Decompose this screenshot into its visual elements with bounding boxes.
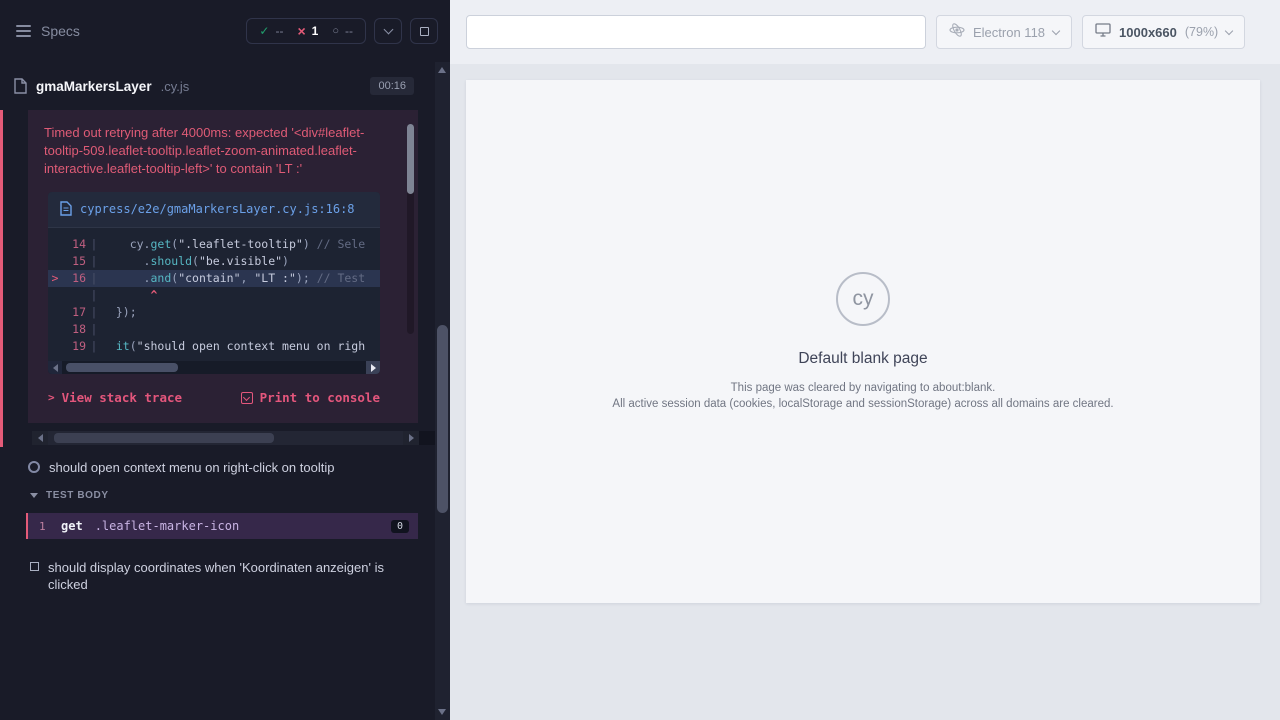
- failed-test-block: Timed out retrying after 4000ms: expecte…: [0, 110, 435, 447]
- chevron-down-icon: [1225, 26, 1233, 34]
- monitor-icon: [1095, 23, 1111, 42]
- test-item-running[interactable]: should open context menu on right-click …: [0, 447, 435, 482]
- error-panel-scroll-thumb[interactable]: [407, 124, 414, 194]
- blank-page-line1: This page was cleared by navigating to a…: [731, 380, 996, 396]
- spinner-icon: [28, 461, 40, 473]
- test-title: should display coordinates when 'Koordin…: [48, 559, 400, 593]
- reporter-header: Specs ✓ -- × 1 ○ --: [0, 0, 450, 62]
- code-line: 19| it("should open context menu on righ: [48, 338, 380, 355]
- code-line: 14| cy.get(".leaflet-tooltip") // Sele: [48, 236, 380, 253]
- blank-page-line2: All active session data (cookies, localS…: [612, 396, 1113, 412]
- view-stack-trace-label: View stack trace: [62, 390, 182, 405]
- code-line: 15| .should("be.visible"): [48, 253, 380, 270]
- error-message: Timed out retrying after 4000ms: expecte…: [44, 124, 384, 178]
- test-body-label: TEST BODY: [46, 490, 109, 501]
- viewport-size: 1000x660: [1119, 25, 1177, 40]
- chevron-down-icon: [30, 493, 38, 498]
- command-number: 1: [39, 520, 49, 533]
- specs-label[interactable]: Specs: [41, 23, 80, 39]
- scroll-left-icon[interactable]: [32, 431, 48, 445]
- spec-name: gmaMarkersLayer: [36, 79, 152, 94]
- scroll-up-icon[interactable]: [438, 67, 446, 73]
- view-stack-trace-link[interactable]: > View stack trace: [48, 390, 182, 405]
- viewport-scale: (79%): [1185, 25, 1218, 39]
- collapse-button[interactable]: [374, 18, 402, 44]
- url-input[interactable]: [466, 15, 926, 49]
- print-to-console-label: Print to console: [260, 390, 380, 405]
- reporter-scroll-track[interactable]: [48, 431, 403, 445]
- stat-failed: × 1: [297, 24, 318, 38]
- print-icon: [241, 392, 253, 404]
- code-frame-header[interactable]: cypress/e2e/gmaMarkersLayer.cy.js:16:8: [48, 192, 380, 228]
- reporter-horizontal-scrollbar[interactable]: [32, 431, 435, 445]
- spec-extension: .cy.js: [161, 79, 190, 94]
- check-icon: ✓: [259, 25, 269, 37]
- cypress-reporter-sidebar: Specs ✓ -- × 1 ○ --: [0, 0, 450, 720]
- test-item-pending[interactable]: should display coordinates when 'Koordin…: [0, 539, 435, 599]
- passed-count: --: [275, 24, 283, 38]
- browser-selector[interactable]: Electron 118: [936, 15, 1072, 49]
- aut-frame: cy Default blank page This page was clea…: [466, 80, 1260, 603]
- test-stats: ✓ -- × 1 ○ --: [246, 18, 366, 44]
- print-to-console-button[interactable]: Print to console: [241, 390, 380, 405]
- code-line: | ^: [48, 287, 380, 304]
- app-preview: Electron 118 1000x660 (79%) cy Default b…: [450, 0, 1280, 720]
- scroll-right-icon[interactable]: [403, 431, 419, 445]
- code-line: >16| .and("contain", "LT :"); // Test: [48, 270, 380, 287]
- code-lines: 14| cy.get(".leaflet-tooltip") // Sele15…: [48, 228, 380, 361]
- blank-page-message: cy Default blank page This page was clea…: [612, 272, 1113, 412]
- stat-pending: ○ --: [332, 24, 353, 38]
- pending-icon: ○: [332, 26, 339, 37]
- specs-menu-icon[interactable]: [16, 25, 31, 37]
- code-line: 18|: [48, 321, 380, 338]
- chevron-down-icon: [383, 25, 393, 35]
- code-horizontal-scrollbar[interactable]: [48, 361, 380, 374]
- reporter-scrollbar-thumb[interactable]: [437, 325, 448, 513]
- error-actions: > View stack trace Print to console: [48, 390, 380, 405]
- code-frame: cypress/e2e/gmaMarkersLayer.cy.js:16:8 1…: [48, 192, 380, 374]
- reporter-scrollbar[interactable]: [435, 62, 450, 720]
- command-target: .leaflet-marker-icon: [95, 519, 379, 533]
- chevron-down-icon: [1052, 26, 1060, 34]
- test-title: should open context menu on right-click …: [49, 459, 334, 476]
- code-line: 17| });: [48, 304, 380, 321]
- code-scroll-thumb[interactable]: [66, 363, 178, 372]
- error-panel-scrollbar[interactable]: [407, 124, 414, 334]
- chevron-right-icon: >: [48, 391, 55, 404]
- preview-header: Electron 118 1000x660 (79%): [450, 0, 1280, 64]
- spec-header[interactable]: gmaMarkersLayer .cy.js 00:16: [0, 62, 450, 110]
- code-scroll-track[interactable]: [62, 361, 242, 374]
- file-icon: [60, 201, 72, 218]
- electron-icon: [949, 22, 965, 43]
- reporter-body: Timed out retrying after 4000ms: expecte…: [0, 110, 435, 720]
- stop-icon: [420, 27, 429, 36]
- stop-button[interactable]: [410, 18, 438, 44]
- failed-count: 1: [312, 24, 319, 38]
- browser-label: Electron 118: [973, 25, 1045, 40]
- command-method: get: [61, 519, 83, 533]
- stat-passed: ✓ --: [259, 24, 283, 38]
- document-icon: [14, 78, 27, 94]
- command-count-badge: 0: [391, 520, 409, 533]
- file-link[interactable]: cypress/e2e/gmaMarkersLayer.cy.js:16:8: [80, 201, 355, 218]
- scroll-down-icon[interactable]: [438, 709, 446, 715]
- reporter-scroll-thumb[interactable]: [54, 433, 274, 443]
- spec-duration: 00:16: [370, 77, 414, 95]
- square-icon: [30, 562, 39, 571]
- viewport-selector[interactable]: 1000x660 (79%): [1082, 15, 1245, 49]
- x-icon: ×: [297, 24, 305, 38]
- scroll-left-icon[interactable]: [48, 361, 62, 374]
- app-root: Specs ✓ -- × 1 ○ --: [0, 0, 1280, 720]
- test-body-toggle[interactable]: TEST BODY: [0, 482, 435, 507]
- scroll-right-icon[interactable]: [366, 361, 380, 374]
- blank-page-title: Default blank page: [798, 350, 927, 368]
- scrollbar-corner: [419, 431, 435, 445]
- pending-count: --: [345, 24, 353, 38]
- cypress-logo: cy: [836, 272, 890, 326]
- command-log-entry[interactable]: 1 get .leaflet-marker-icon 0: [26, 513, 418, 539]
- error-panel: Timed out retrying after 4000ms: expecte…: [28, 110, 418, 423]
